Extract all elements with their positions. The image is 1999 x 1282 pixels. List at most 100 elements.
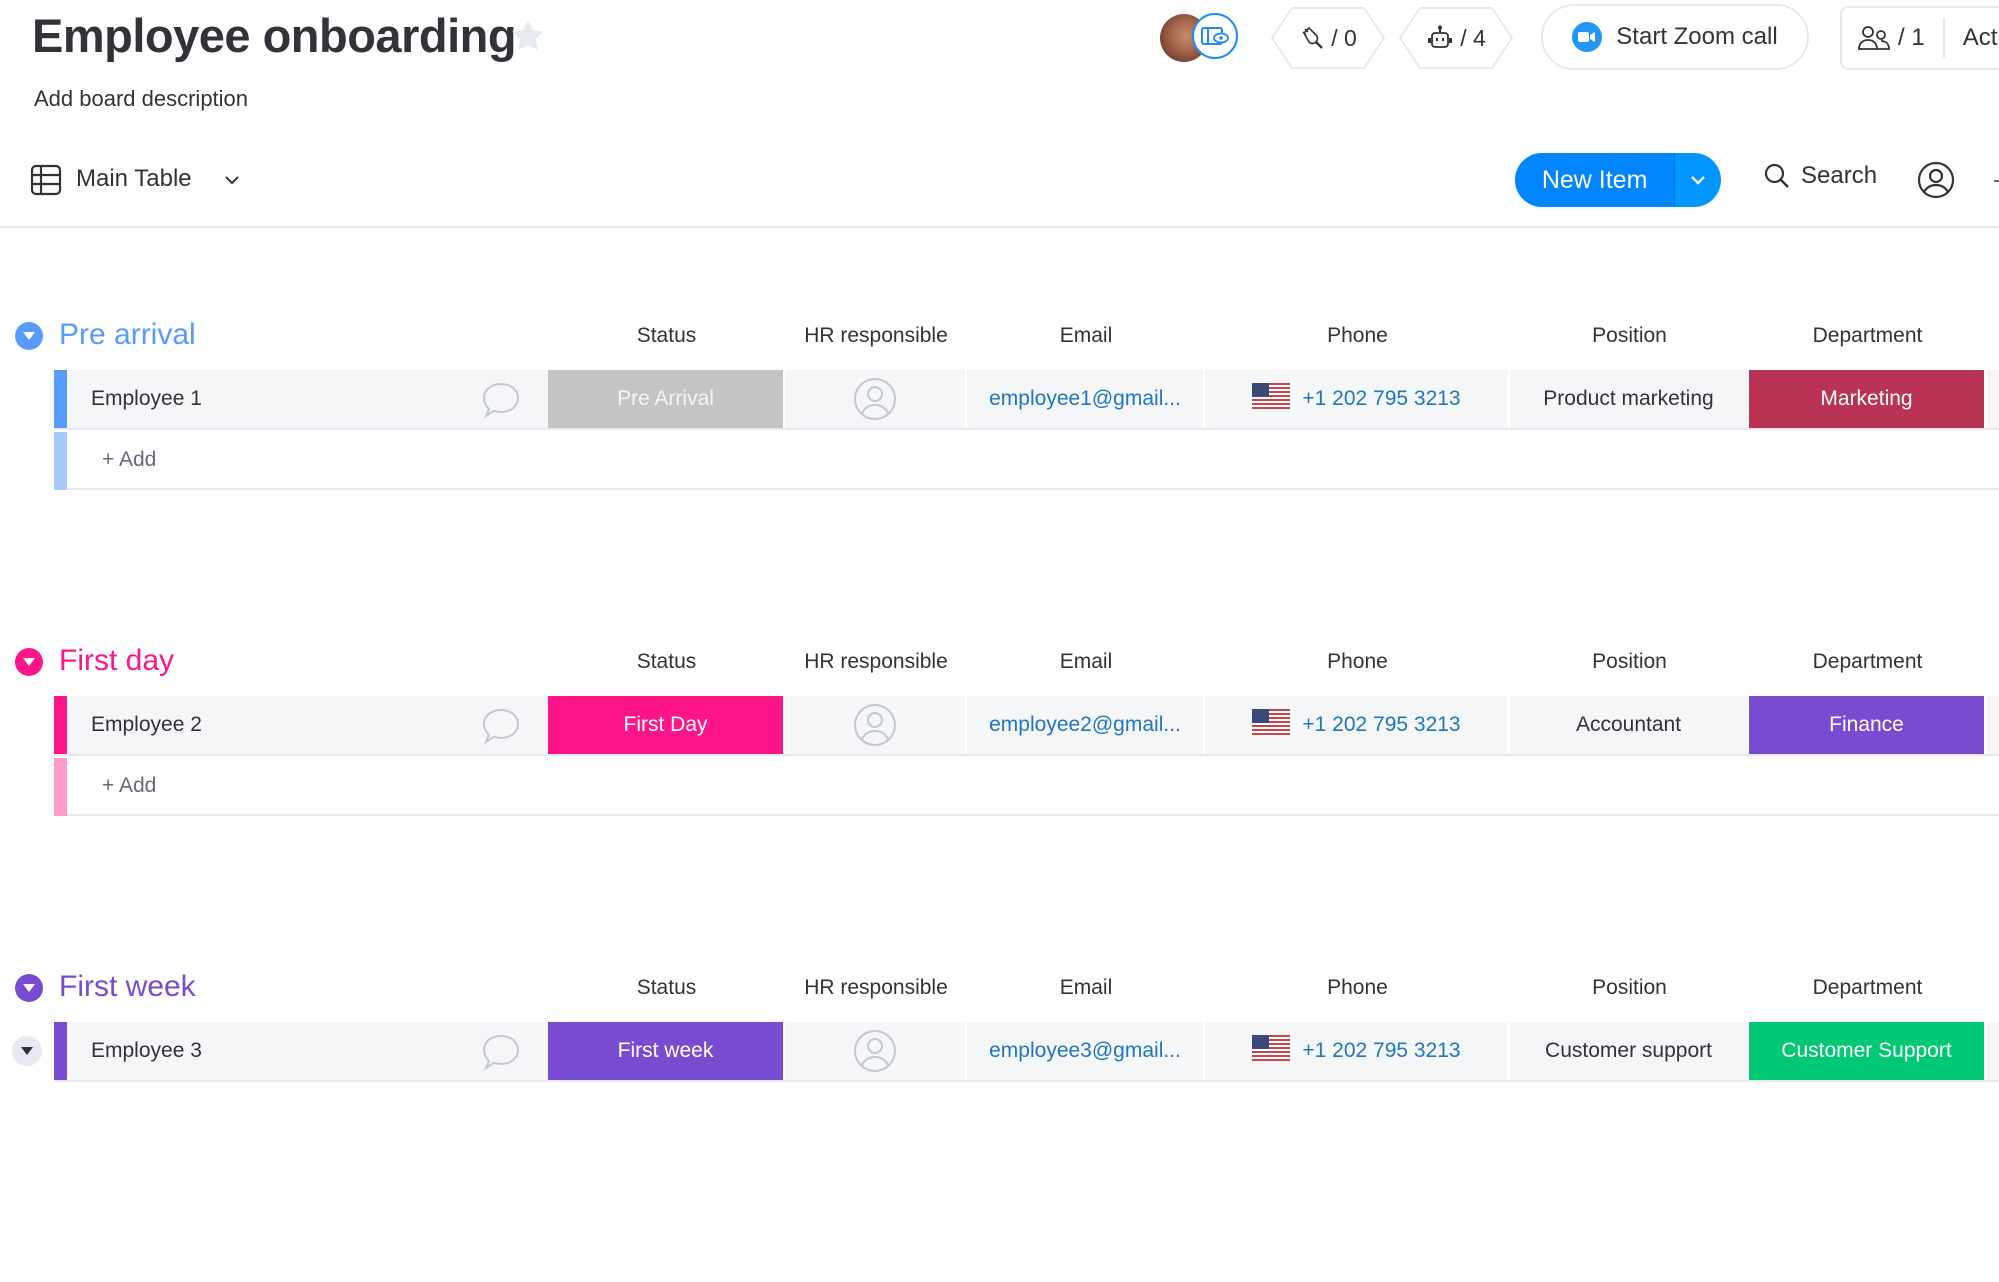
item-name[interactable]: Employee 3 (91, 1039, 202, 1063)
new-item-button[interactable]: New Item (1515, 153, 1675, 207)
more-options-icon[interactable] (1994, 180, 1999, 182)
table-row[interactable]: Employee 2 First Day employee2@gmail... +1 … (54, 696, 1999, 756)
column-header[interactable]: Email (967, 650, 1205, 674)
comment-bubble-icon[interactable] (480, 380, 522, 420)
status-cell[interactable]: First week (548, 1022, 785, 1080)
view-selector[interactable]: Main Table (76, 165, 192, 193)
hr-responsible-cell[interactable] (785, 1022, 967, 1080)
department-cell[interactable]: Marketing (1749, 370, 1986, 428)
viewer-eye-icon (1201, 27, 1229, 45)
position-cell[interactable]: Product marketing (1510, 370, 1749, 428)
caret-down-icon (23, 984, 35, 992)
group-collapse-toggle[interactable] (15, 648, 43, 676)
board-description[interactable]: Add board description (34, 86, 248, 112)
group-collapse-toggle[interactable] (15, 974, 43, 1002)
column-header[interactable]: Department (1749, 324, 1986, 348)
comment-bubble-icon[interactable] (480, 706, 522, 746)
column-header[interactable]: Position (1510, 976, 1749, 1000)
plug-icon (1302, 26, 1324, 49)
column-header[interactable]: Email (967, 976, 1205, 1000)
column-header[interactable]: Email (967, 324, 1205, 348)
status-cell-text: Pre Arrival (617, 387, 714, 410)
us-flag-icon (1252, 709, 1291, 741)
position-cell[interactable]: Accountant (1510, 696, 1749, 754)
empty-person-icon (854, 1030, 896, 1072)
caret-down-icon (21, 1047, 33, 1055)
email-cell[interactable]: employee2@gmail... (967, 696, 1205, 754)
add-item-button[interactable]: + Add (102, 448, 156, 472)
department-cell-text: Marketing (1820, 387, 1913, 410)
position-cell-text: Customer support (1545, 1039, 1712, 1062)
item-expand-toggle[interactable] (12, 1036, 42, 1066)
column-header[interactable]: Status (548, 324, 785, 348)
chevron-down-icon[interactable] (222, 172, 242, 188)
start-zoom-call-button[interactable]: Start Zoom call (1541, 4, 1809, 70)
robot-icon (1428, 25, 1453, 48)
group-title[interactable]: First week (59, 970, 196, 1004)
members-button[interactable]: / 1 (1842, 18, 1945, 58)
column-header[interactable]: Department (1749, 650, 1986, 674)
column-header[interactable]: HR responsible (785, 976, 967, 1000)
search-button[interactable]: Search (1763, 162, 1877, 190)
column-header[interactable]: HR responsible (785, 324, 967, 348)
column-header[interactable]: Phone (1205, 650, 1510, 674)
department-cell-text: Finance (1829, 713, 1904, 736)
empty-person-icon (854, 704, 896, 746)
column-header[interactable]: Phone (1205, 976, 1510, 1000)
table-row[interactable]: Employee 1 Pre Arrival employee1@gmail... +… (54, 370, 1999, 430)
group-title[interactable]: First day (59, 644, 174, 678)
phone-cell[interactable]: +1 202 795 3213 (1205, 696, 1510, 754)
integrations-button[interactable]: / 0 (1270, 6, 1386, 70)
column-header[interactable]: HR responsible (785, 650, 967, 674)
activity-button[interactable]: Act (1945, 24, 1998, 52)
group-color-bar (54, 758, 67, 816)
column-header[interactable]: Status (548, 976, 785, 1000)
row-divider (54, 428, 1999, 430)
position-cell[interactable]: Customer support (1510, 1022, 1749, 1080)
email-cell[interactable]: employee1@gmail... (967, 370, 1205, 428)
phone-cell[interactable]: +1 202 795 3213 (1205, 1022, 1510, 1080)
item-name[interactable]: Employee 2 (91, 713, 202, 737)
table-view-icon (30, 164, 62, 196)
department-cell[interactable]: Finance (1749, 696, 1986, 754)
group-collapse-toggle[interactable] (15, 322, 43, 350)
caret-down-icon (23, 332, 35, 340)
search-icon (1764, 163, 1789, 188)
phone-cell[interactable]: +1 202 795 3213 (1205, 370, 1510, 428)
item-name[interactable]: Employee 1 (91, 387, 202, 411)
department-cell[interactable]: Customer Support (1749, 1022, 1986, 1080)
board-viewers-button[interactable] (1192, 13, 1238, 59)
status-cell-text: First week (617, 1039, 714, 1062)
email-cell[interactable]: employee3@gmail... (967, 1022, 1205, 1080)
status-cell[interactable]: First Day (548, 696, 785, 754)
group-color-bar (54, 696, 67, 754)
group-title[interactable]: Pre arrival (59, 318, 196, 352)
add-item-button[interactable]: + Add (102, 774, 156, 798)
members-activity-box[interactable]: / 1 Act (1840, 6, 1999, 70)
new-item-dropdown[interactable] (1674, 153, 1721, 207)
hr-responsible-cell[interactable] (785, 696, 967, 754)
hr-responsible-cell[interactable] (785, 370, 967, 428)
table-row[interactable]: Employee 3 First week employee3@gmail... +1… (54, 1022, 1999, 1082)
video-camera-icon (1572, 22, 1603, 52)
person-filter-icon[interactable] (1916, 160, 1956, 200)
position-cell-text: Accountant (1575, 713, 1682, 736)
comment-bubble-icon[interactable] (480, 1032, 522, 1072)
group: Pre arrival Status HR responsible Email Phon… (0, 310, 1999, 630)
group-color-bar (54, 432, 67, 490)
column-header[interactable]: Department (1749, 976, 1986, 1000)
new-item-button-group[interactable]: New Item (1515, 153, 1721, 207)
add-item-row[interactable]: + Add (54, 432, 1999, 490)
add-item-row[interactable]: + Add (54, 758, 1999, 816)
column-header[interactable]: Position (1510, 324, 1749, 348)
automations-button[interactable]: / 4 (1398, 6, 1514, 70)
status-cell[interactable]: Pre Arrival (548, 370, 785, 428)
column-header[interactable]: Phone (1205, 324, 1510, 348)
star-icon[interactable] (508, 16, 548, 56)
column-header[interactable]: Position (1510, 650, 1749, 674)
email-cell-text: employee3@gmail... (989, 1039, 1181, 1062)
phone-number: +1 202 795 3213 (1302, 387, 1461, 410)
column-header[interactable]: Status (548, 650, 785, 674)
phone-number: +1 202 795 3213 (1302, 713, 1461, 736)
board-title[interactable]: Employee onboarding (32, 8, 517, 63)
